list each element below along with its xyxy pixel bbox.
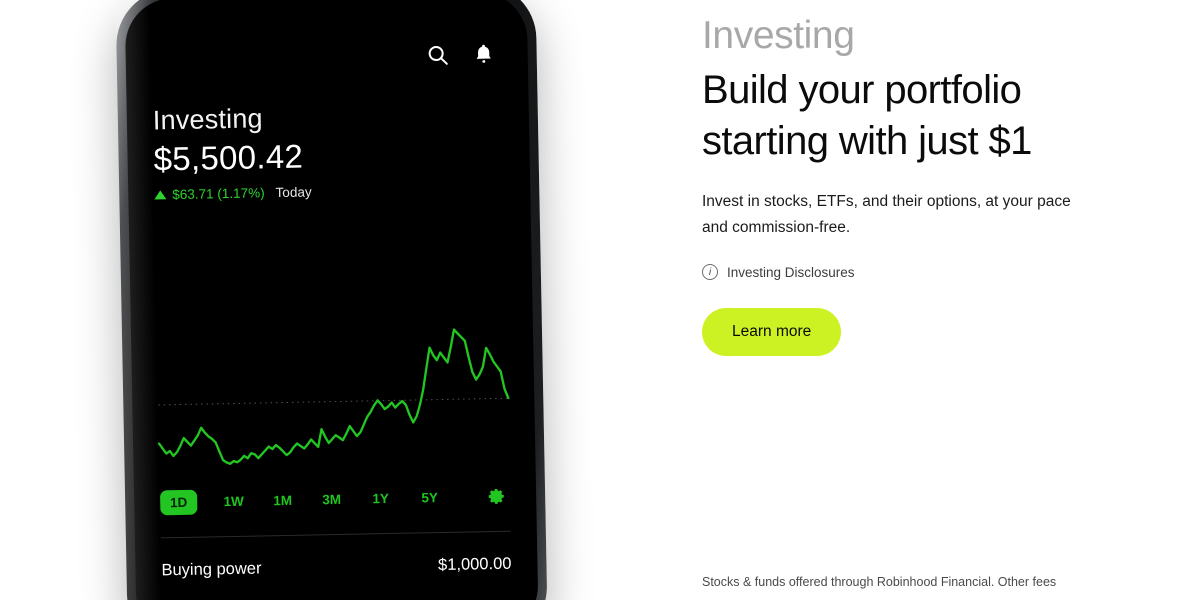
bell-icon[interactable] [471,42,495,66]
footnote-text: Stocks & funds offered through Robinhood… [702,575,1057,589]
screen-title: Investing [152,103,264,136]
change-period: Today [275,184,312,201]
range-option-1d[interactable]: 1D [159,489,198,516]
range-option-1y[interactable]: 1Y [356,486,405,512]
range-option-1w[interactable]: 1W [209,489,258,515]
buying-power-value: $1,000.00 [437,554,512,575]
range-option-1m[interactable]: 1M [258,488,307,514]
range-selector[interactable]: 1D 1W 1M 3M 1Y 5Y [159,484,510,516]
range-option-3m[interactable]: 3M [307,487,356,513]
subcopy-text: Invest in stocks, ETFs, and their option… [702,193,1071,237]
phone-mockup: Investing $5,500.42 $63.71 (1.17%) Today… [0,0,660,600]
marketing-copy: Investing Build your portfolio starting … [702,0,1122,357]
page-title: Build your portfolio starting with just … [702,68,1032,164]
portfolio-sparkline [157,328,510,465]
range-option-5y[interactable]: 5Y [405,485,454,511]
investing-disclosures-link[interactable]: i Investing Disclosures [702,264,1122,281]
triangle-up-icon [154,190,167,200]
buying-power-label: Buying power [161,559,262,580]
screen-top-bar [151,0,502,72]
learn-more-button[interactable]: Learn more [702,308,842,357]
info-icon: i [702,264,718,281]
buying-power-row[interactable]: Buying power $1,000.00 [161,555,511,581]
eyebrow-label: Investing [702,14,855,57]
section-divider [160,530,511,539]
disclosure-label: Investing Disclosures [727,264,855,280]
phone-screen: Investing $5,500.42 $63.71 (1.17%) Today… [124,0,539,600]
gear-icon[interactable] [487,487,506,506]
phone-device: Investing $5,500.42 $63.71 (1.17%) Today… [115,0,548,600]
sparkline-path [157,328,510,465]
reference-line [158,397,509,406]
portfolio-chart[interactable] [155,218,510,477]
portfolio-change-row: $63.71 (1.17%) Today [154,181,504,203]
search-icon[interactable] [425,43,449,67]
change-amount: $63.71 (1.17%) [172,185,265,203]
portfolio-value: $5,500.42 [153,137,304,178]
